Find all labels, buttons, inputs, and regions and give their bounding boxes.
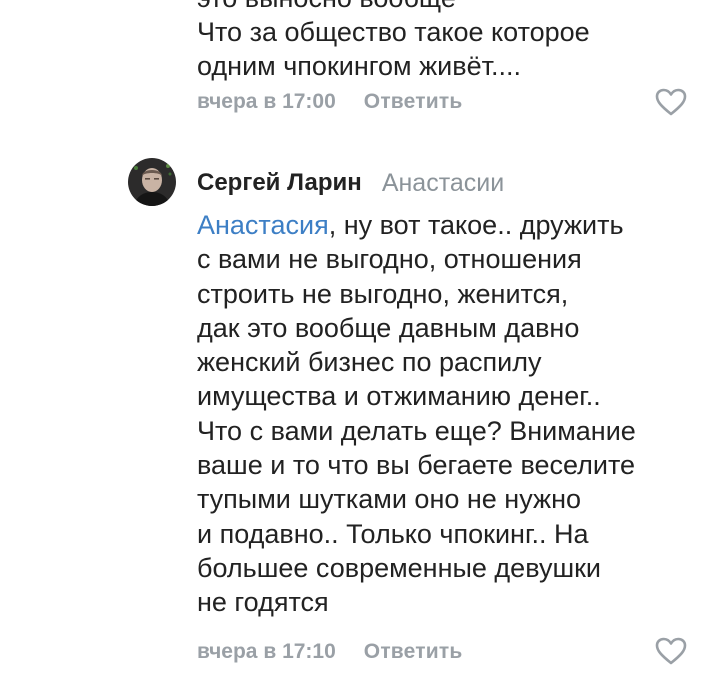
comment-text-line: одним чпокингом живёт....	[197, 51, 521, 81]
comment-timestamp: вчера в 17:00	[197, 90, 336, 113]
comment-text: Анастасия, ну вот такое.. дружить с вами…	[197, 208, 707, 620]
comment-text-line: Что с вами делать еще? Внимание	[197, 415, 636, 446]
comment-text-line: имущества и отжиманию денег..	[197, 381, 601, 412]
comment-meta: вчера в 17:10 Ответить	[197, 637, 462, 667]
comment-text-line: не годятся	[197, 587, 329, 618]
comment-author-name[interactable]: Сергей Ларин	[197, 169, 362, 197]
comment-text-line: Анастасия, ну вот такое.. дружить	[197, 208, 707, 242]
mention-link[interactable]: Анастасия	[197, 210, 329, 240]
heart-outline-icon[interactable]	[655, 88, 687, 116]
heart-outline-icon[interactable]	[655, 637, 687, 665]
reply-button[interactable]: Ответить	[364, 90, 463, 114]
comment-text-line: и подавно.. Только чпокинг.. На	[197, 518, 589, 549]
comment-text-line: Что за общество такое которое	[197, 17, 590, 47]
comment-text-line: тупыми шутками оно не нужно	[197, 484, 582, 515]
comment-text-line: это выносно вообще	[197, 0, 697, 15]
comment-text-line: дак это вообще давным давно	[197, 312, 580, 343]
comment-timestamp: вчера в 17:10	[197, 640, 336, 663]
comment-text-fragment: , ну вот такое.. дружить	[328, 210, 624, 240]
comment-header: Сергей Ларин Анастасии	[197, 166, 504, 200]
comment-text-line: строить не выгодно, женится,	[197, 278, 569, 309]
reply-to-name[interactable]: Анастасии	[382, 169, 504, 198]
comment-text-line: большее современные девушки	[197, 552, 601, 583]
comment-text-line: женский бизнес по распилу	[197, 347, 542, 378]
reply-button[interactable]: Ответить	[364, 640, 463, 664]
comment-text-line: с вами не выгодно, отношения	[197, 244, 582, 275]
user-avatar[interactable]	[128, 158, 176, 206]
comment-text-line: ваше и то что вы бегаете веселите	[197, 450, 636, 481]
previous-comment-meta: вчера в 17:00 Ответить	[197, 87, 462, 117]
previous-comment-text: это выносно вообще Что за общество такое…	[197, 0, 697, 83]
